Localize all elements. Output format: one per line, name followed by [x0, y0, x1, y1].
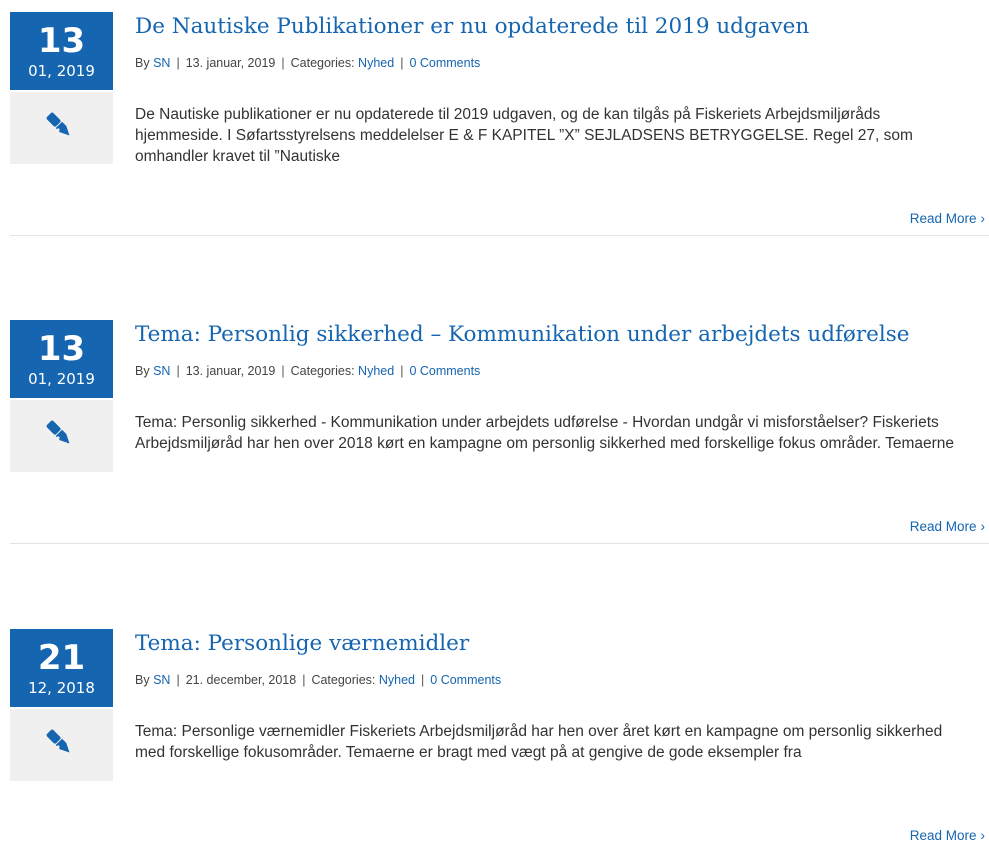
post-title-link[interactable]: Tema: Personlig sikkerhed – Kommunikatio… [135, 320, 910, 350]
post-format-box [10, 400, 113, 472]
post-date-day: 13 [37, 21, 86, 61]
post-date-day: 21 [37, 638, 86, 678]
meta-separator: | [176, 673, 180, 687]
meta-separator: | [281, 56, 285, 70]
pen-icon [46, 420, 70, 444]
post-author-link[interactable]: SN [153, 673, 170, 687]
post-date-badge: 21 12, 2018 [10, 629, 113, 707]
post-divider [10, 543, 989, 544]
post-date: 13. januar, 2019 [185, 56, 276, 70]
post-date: 13. januar, 2019 [185, 364, 276, 378]
chevron-right-icon: › [980, 519, 986, 534]
post-date-day: 13 [37, 329, 86, 369]
post-excerpt: De Nautiske publikationer er nu opdatere… [135, 106, 913, 165]
post-date-badge: 13 01, 2019 [10, 320, 113, 398]
meta-separator: | [421, 673, 425, 687]
post-format-box [10, 709, 113, 781]
post-by-label: By [135, 364, 150, 378]
post-date-month-year: 01, 2019 [28, 62, 95, 80]
post-divider [10, 235, 989, 236]
post-author-link[interactable]: SN [153, 364, 170, 378]
post-date: 21. december, 2018 [185, 673, 297, 687]
post-date-month-year: 01, 2019 [28, 370, 95, 388]
post-comments-link[interactable]: 0 Comments [430, 673, 501, 687]
post-meta: By SN | 21. december, 2018 | Categories: Nyh… [135, 672, 501, 688]
read-more-link[interactable]: Read More › [910, 518, 985, 536]
meta-separator: | [176, 364, 180, 378]
post-categories-label: Categories: [311, 673, 376, 687]
post-format-box [10, 92, 113, 164]
read-more-link[interactable]: Read More › [910, 827, 985, 845]
post-comments-link[interactable]: 0 Comments [409, 364, 480, 378]
meta-separator: | [400, 56, 404, 70]
meta-separator: | [302, 673, 306, 687]
meta-separator: | [400, 364, 404, 378]
post-category-link[interactable]: Nyhed [358, 364, 394, 378]
post-excerpt: Tema: Personlige værnemidler Fiskeriets … [135, 723, 943, 761]
post-title-link[interactable]: De Nautiske Publikationer er nu opdatere… [135, 12, 809, 42]
chevron-right-icon: › [980, 828, 986, 843]
post-by-label: By [135, 56, 150, 70]
meta-separator: | [176, 56, 180, 70]
pen-icon [46, 729, 70, 753]
post-excerpt: Tema: Personlig sikkerhed - Kommunikatio… [135, 414, 955, 452]
pen-icon [46, 112, 70, 136]
post-date-month-year: 12, 2018 [28, 679, 95, 697]
read-more-label: Read More [909, 211, 977, 226]
chevron-right-icon: › [980, 211, 986, 226]
post-category-link[interactable]: Nyhed [358, 56, 394, 70]
post-title-link[interactable]: Tema: Personlige værnemidler [135, 629, 469, 659]
post-date-badge: 13 01, 2019 [10, 12, 113, 90]
post-by-label: By [135, 673, 150, 687]
read-more-label: Read More [909, 828, 977, 843]
read-more-link[interactable]: Read More › [910, 210, 985, 228]
post-meta: By SN | 13. januar, 2019 | Categories: Nyhed… [135, 55, 480, 71]
post-meta: By SN | 13. januar, 2019 | Categories: Nyhed… [135, 363, 480, 379]
meta-separator: | [281, 364, 285, 378]
post-categories-label: Categories: [290, 364, 355, 378]
post-category-link[interactable]: Nyhed [379, 673, 415, 687]
post-categories-label: Categories: [290, 56, 355, 70]
post-comments-link[interactable]: 0 Comments [409, 56, 480, 70]
read-more-label: Read More [909, 519, 977, 534]
post-author-link[interactable]: SN [153, 56, 170, 70]
